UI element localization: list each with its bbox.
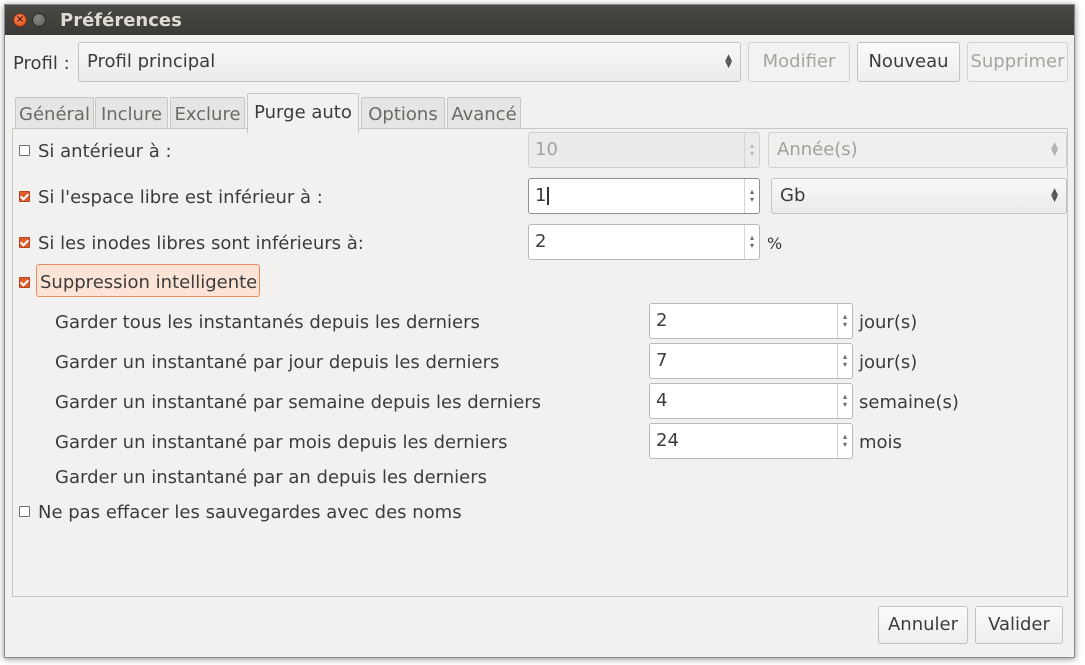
- tab-include[interactable]: Inclure: [95, 97, 168, 132]
- text-cursor: [547, 187, 550, 205]
- older-than-value: 10: [535, 139, 558, 160]
- tab-expert[interactable]: Avancé: [447, 97, 521, 132]
- dont-remove-named-checkbox[interactable]: [19, 506, 30, 517]
- title-bar: × Préférences: [5, 5, 1074, 35]
- keep-all-unit: jour(s): [859, 312, 918, 333]
- smart-remove-label: Suppression intelligente: [40, 272, 258, 293]
- free-inodes-label: Si les inodes libres sont inférieurs à:: [38, 233, 364, 254]
- per-week-label: Garder un instantané par semaine depuis …: [55, 392, 542, 413]
- per-month-label: Garder un instantané par mois depuis les…: [55, 432, 508, 453]
- free-inodes-value: 2: [535, 231, 547, 252]
- per-day-value: 7: [656, 350, 668, 371]
- new-profile-button[interactable]: Nouveau: [857, 42, 960, 82]
- minimize-window-icon[interactable]: [32, 13, 46, 27]
- per-year-label: Garder un instantané par an depuis les d…: [55, 467, 487, 488]
- free-inodes-spinbox[interactable]: 2 ▴ ▾: [528, 224, 760, 260]
- free-inodes-checkbox[interactable]: [19, 237, 30, 248]
- free-space-unit: Gb: [780, 185, 806, 206]
- free-space-checkbox[interactable]: [19, 191, 30, 202]
- cancel-button[interactable]: Annuler: [878, 606, 968, 644]
- per-day-label: Garder un instantané par jour depuis les…: [55, 352, 500, 373]
- per-month-unit: mois: [859, 432, 902, 453]
- free-space-spinbox[interactable]: 1 ▴ ▾: [528, 178, 760, 214]
- older-than-unit: Année(s): [777, 139, 858, 160]
- per-day-unit: jour(s): [859, 352, 918, 373]
- profile-select-value: Profil principal: [87, 51, 216, 72]
- spin-arrows-icon[interactable]: ▴ ▾: [837, 344, 852, 378]
- free-space-unit-select[interactable]: Gb ▲ ▼: [771, 178, 1067, 214]
- per-week-spinbox[interactable]: 4 ▴ ▾: [649, 383, 853, 419]
- tab-options[interactable]: Options: [361, 97, 445, 132]
- free-inodes-unit: %: [767, 234, 783, 253]
- select-arrows-icon: ▲ ▼: [1051, 187, 1058, 204]
- smart-remove-checkbox[interactable]: [19, 277, 30, 288]
- free-space-label: Si l'espace libre est inférieur à :: [38, 187, 323, 208]
- older-than-spinbox[interactable]: 10 ▴ ▾: [528, 132, 760, 168]
- select-arrows-icon: ▲ ▼: [1051, 141, 1058, 158]
- per-month-value: 24: [656, 430, 679, 451]
- keep-all-label: Garder tous les instantanés depuis les d…: [55, 312, 480, 333]
- spin-arrows-icon[interactable]: ▴ ▾: [744, 179, 759, 213]
- modify-profile-button[interactable]: Modifier: [748, 42, 850, 82]
- window-title: Préférences: [60, 10, 182, 31]
- spin-arrows-icon[interactable]: ▴ ▾: [837, 304, 852, 338]
- keep-all-value: 2: [656, 310, 668, 331]
- close-window-icon[interactable]: ×: [13, 13, 27, 27]
- tab-general[interactable]: Général: [15, 97, 94, 132]
- keep-all-spinbox[interactable]: 2 ▴ ▾: [649, 303, 853, 339]
- spin-arrows-icon[interactable]: ▴ ▾: [744, 225, 759, 259]
- per-month-spinbox[interactable]: 24 ▴ ▾: [649, 423, 853, 459]
- ok-button[interactable]: Valider: [975, 606, 1063, 644]
- per-week-unit: semaine(s): [859, 392, 959, 413]
- dont-remove-named-label: Ne pas effacer les sauvegardes avec des …: [38, 502, 462, 523]
- older-than-checkbox[interactable]: [19, 145, 30, 156]
- spin-arrows-icon[interactable]: ▴ ▾: [837, 424, 852, 458]
- free-space-value: 1: [535, 185, 547, 206]
- tab-auto-remove[interactable]: Purge auto: [247, 93, 359, 133]
- spin-arrows-icon[interactable]: ▴ ▾: [744, 133, 759, 167]
- delete-profile-button[interactable]: Supprimer: [967, 42, 1068, 82]
- profile-select[interactable]: Profil principal ▲ ▼: [78, 42, 741, 82]
- per-week-value: 4: [656, 390, 668, 411]
- tab-exclude[interactable]: Exclure: [170, 97, 245, 132]
- preferences-window: × Préférences Profil : Profil principal …: [4, 4, 1075, 658]
- older-than-unit-select[interactable]: Année(s) ▲ ▼: [768, 132, 1067, 168]
- profile-label: Profil :: [13, 53, 70, 74]
- older-than-label: Si antérieur à :: [38, 141, 172, 162]
- per-day-spinbox[interactable]: 7 ▴ ▾: [649, 343, 853, 379]
- select-arrows-icon: ▲ ▼: [725, 53, 732, 70]
- spin-arrows-icon[interactable]: ▴ ▾: [837, 384, 852, 418]
